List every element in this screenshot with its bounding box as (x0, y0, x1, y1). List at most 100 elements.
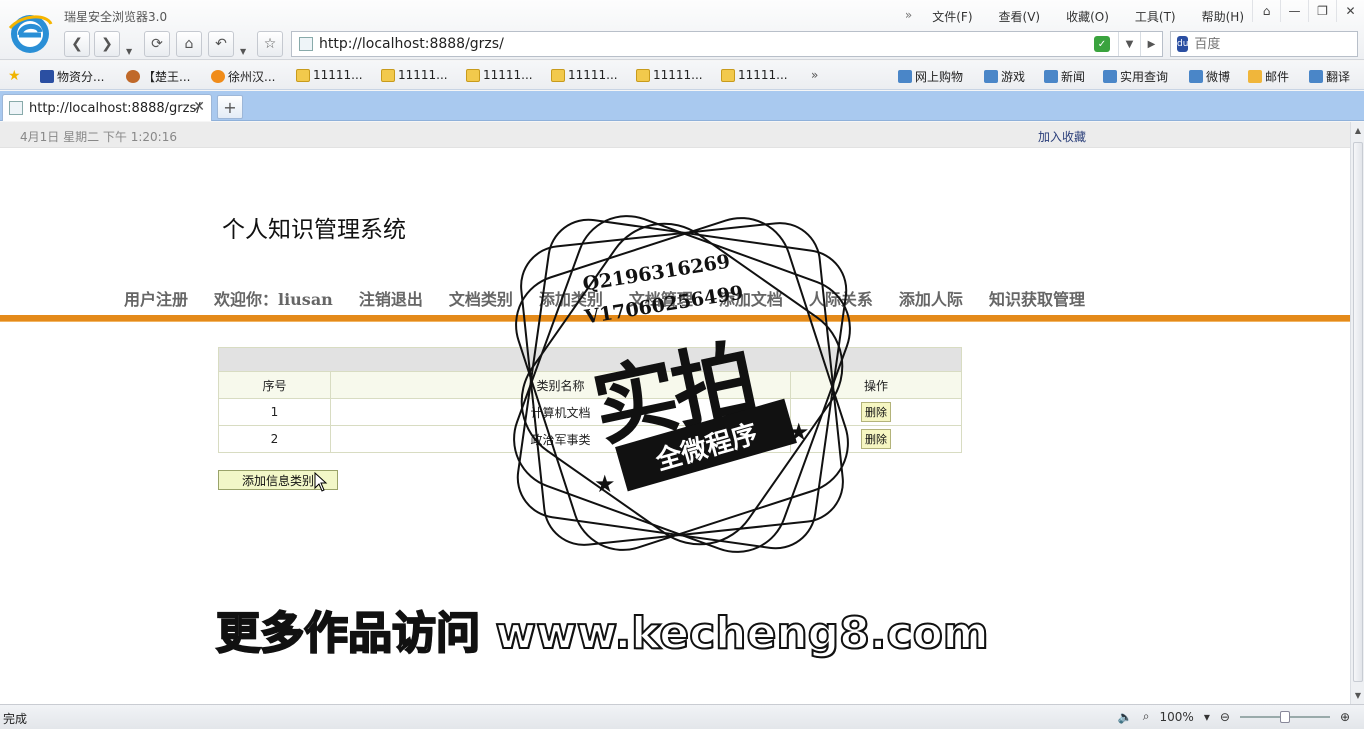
search-box[interactable]: du ⌕ (1170, 31, 1364, 57)
skin-icon[interactable]: ⌂ (1252, 0, 1280, 22)
new-tab-button[interactable]: + (217, 95, 243, 119)
folder-icon (466, 68, 480, 82)
scroll-thumb[interactable] (1353, 142, 1363, 682)
menu-view[interactable]: 查看(V) (999, 8, 1041, 25)
search-input[interactable] (1194, 36, 1364, 52)
menu-bar: » 文件(F) 查看(V) 收藏(O) 工具(T) 帮助(H) (905, 8, 1244, 25)
fav-query[interactable]: 实用查询 (1103, 68, 1168, 85)
fav-shopping[interactable]: 网上购物 (898, 68, 963, 85)
close-tab-icon[interactable]: ✕ (193, 99, 205, 115)
magnifier-icon (1103, 70, 1117, 83)
status-text: 完成 (3, 712, 28, 726)
nav-logout[interactable]: 注销退出 (359, 286, 423, 310)
address-bar[interactable]: http://localhost:8888/grzs/ ✓ ▼ ▶ (291, 31, 1163, 57)
add-favorite-link[interactable]: 加入收藏 (1038, 128, 1086, 145)
undo-close-button[interactable]: ↶ (208, 31, 234, 57)
minimize-button[interactable]: — (1280, 0, 1308, 22)
app-title: 瑞星安全浏览器3.0 (64, 10, 168, 24)
folder-icon (721, 68, 735, 82)
menu-overflow-icon[interactable]: » (905, 8, 912, 25)
window-controls: ⌂ — ❐ ✕ (1252, 0, 1364, 22)
cell-no: 1 (218, 398, 331, 426)
status-right: 🔈 ⌕ 100% ▾ ⊖ ⊕ (1118, 709, 1350, 724)
fav-folder[interactable]: 11111... (636, 68, 703, 82)
fav-folder[interactable]: 11111... (381, 68, 448, 82)
fav-mail[interactable]: 邮件 (1248, 68, 1289, 85)
back-button[interactable]: ❮ (64, 31, 90, 57)
forward-dropdown-icon[interactable]: ▼ (126, 47, 132, 56)
bookmark-star-button[interactable]: ☆ (257, 31, 283, 57)
page-icon (299, 37, 313, 51)
folder-icon (381, 68, 395, 82)
undo-dropdown-icon[interactable]: ▼ (240, 47, 246, 56)
zoom-dropdown-icon[interactable]: ▾ (1204, 710, 1210, 724)
fav-item[interactable]: 徐州汉... (211, 68, 275, 85)
folder-icon (296, 68, 310, 82)
nav-add-relation[interactable]: 添加人际 (899, 286, 963, 310)
menu-tools[interactable]: 工具(T) (1135, 8, 1176, 25)
fav-folder[interactable]: 11111... (721, 68, 788, 82)
fav-translate[interactable]: 翻译 (1309, 68, 1350, 85)
top-strip: 4月1日 星期二 下午 1:20:16 加入收藏 (0, 122, 1350, 148)
news-icon (1044, 70, 1058, 83)
delete-button[interactable]: 删除 (861, 402, 891, 422)
zoom-in-icon[interactable]: ⊕ (1340, 710, 1350, 724)
fav-news[interactable]: 新闻 (1044, 68, 1085, 85)
vertical-scrollbar[interactable]: ▲ ▼ (1350, 122, 1364, 704)
baidu-paw-icon[interactable]: du (1177, 36, 1189, 52)
zoom-icon[interactable]: ⌕ (1143, 709, 1150, 724)
browser-title-bar: 瑞星安全浏览器3.0 » 文件(F) 查看(V) 收藏(O) 工具(T) 帮助(… (0, 0, 1364, 60)
fav-item[interactable]: 【楚王... (126, 68, 190, 85)
page-viewport: 4月1日 星期二 下午 1:20:16 加入收藏 个人知识管理系统 用户注册 欢… (0, 122, 1350, 704)
favorites-star-icon[interactable]: ★ (8, 68, 21, 84)
status-bar: 完成 🔈 ⌕ 100% ▾ ⊖ ⊕ (0, 704, 1364, 729)
paw-icon (40, 70, 54, 83)
fav-games[interactable]: 游戏 (984, 68, 1025, 85)
restore-button[interactable]: ❐ (1308, 0, 1336, 22)
tab-bar: http://localhost:8888/grzs/ ✕ + (0, 91, 1364, 121)
menu-help[interactable]: 帮助(H) (1202, 8, 1244, 25)
fav-folder[interactable]: 11111... (296, 68, 363, 82)
site-title: 个人知识管理系统 (222, 217, 406, 243)
zoom-slider-knob[interactable] (1279, 710, 1290, 723)
nav-register[interactable]: 用户注册 (124, 286, 188, 310)
refresh-button[interactable]: ⟳ (144, 31, 170, 57)
zoom-level[interactable]: 100% (1160, 710, 1194, 724)
delete-button[interactable]: 删除 (861, 429, 891, 449)
cell-no: 2 (218, 425, 331, 453)
translate-icon (1309, 70, 1323, 83)
fav-folder[interactable]: 11111... (466, 68, 533, 82)
home-button[interactable]: ⌂ (176, 31, 202, 57)
nav-knowledge-management[interactable]: 知识获取管理 (989, 286, 1085, 310)
folder-icon (636, 68, 650, 82)
fav-weibo[interactable]: 微博 (1189, 68, 1230, 85)
fav-folder[interactable]: 11111... (551, 68, 618, 82)
promo-watermark: 更多作品访问 www.kecheng8.com (215, 607, 990, 660)
zoom-out-icon[interactable]: ⊖ (1220, 710, 1230, 724)
go-button[interactable]: ▶ (1140, 32, 1162, 56)
star-icon: ★ (594, 470, 616, 498)
scroll-down-icon[interactable]: ▼ (1351, 691, 1364, 700)
header-no: 序号 (218, 371, 331, 399)
security-shield-icon[interactable]: ✓ (1094, 36, 1110, 52)
close-window-button[interactable]: ✕ (1336, 0, 1364, 22)
menu-favorites[interactable]: 收藏(O) (1066, 8, 1109, 25)
forward-button[interactable]: ❯ (94, 31, 120, 57)
address-url[interactable]: http://localhost:8888/grzs/ (319, 36, 1094, 52)
scroll-up-icon[interactable]: ▲ (1351, 126, 1364, 135)
fav-overflow-icon[interactable]: » (811, 68, 818, 82)
fav-item[interactable]: 物资分... (40, 68, 104, 85)
site-icon (211, 70, 225, 83)
nav-doc-categories[interactable]: 文档类别 (449, 286, 513, 310)
zoom-slider[interactable] (1239, 710, 1330, 723)
menu-file[interactable]: 文件(F) (932, 8, 972, 25)
star-icon: ★ (788, 418, 810, 446)
page-icon (9, 101, 23, 115)
speaker-icon[interactable]: 🔈 (1118, 710, 1133, 724)
cart-icon (898, 70, 912, 83)
folder-icon (551, 68, 565, 82)
address-dropdown-icon[interactable]: ▼ (1118, 32, 1140, 56)
mouse-cursor-icon (314, 472, 328, 492)
tab-grzs[interactable]: http://localhost:8888/grzs/ ✕ (2, 94, 212, 121)
mail-icon (1248, 70, 1262, 83)
